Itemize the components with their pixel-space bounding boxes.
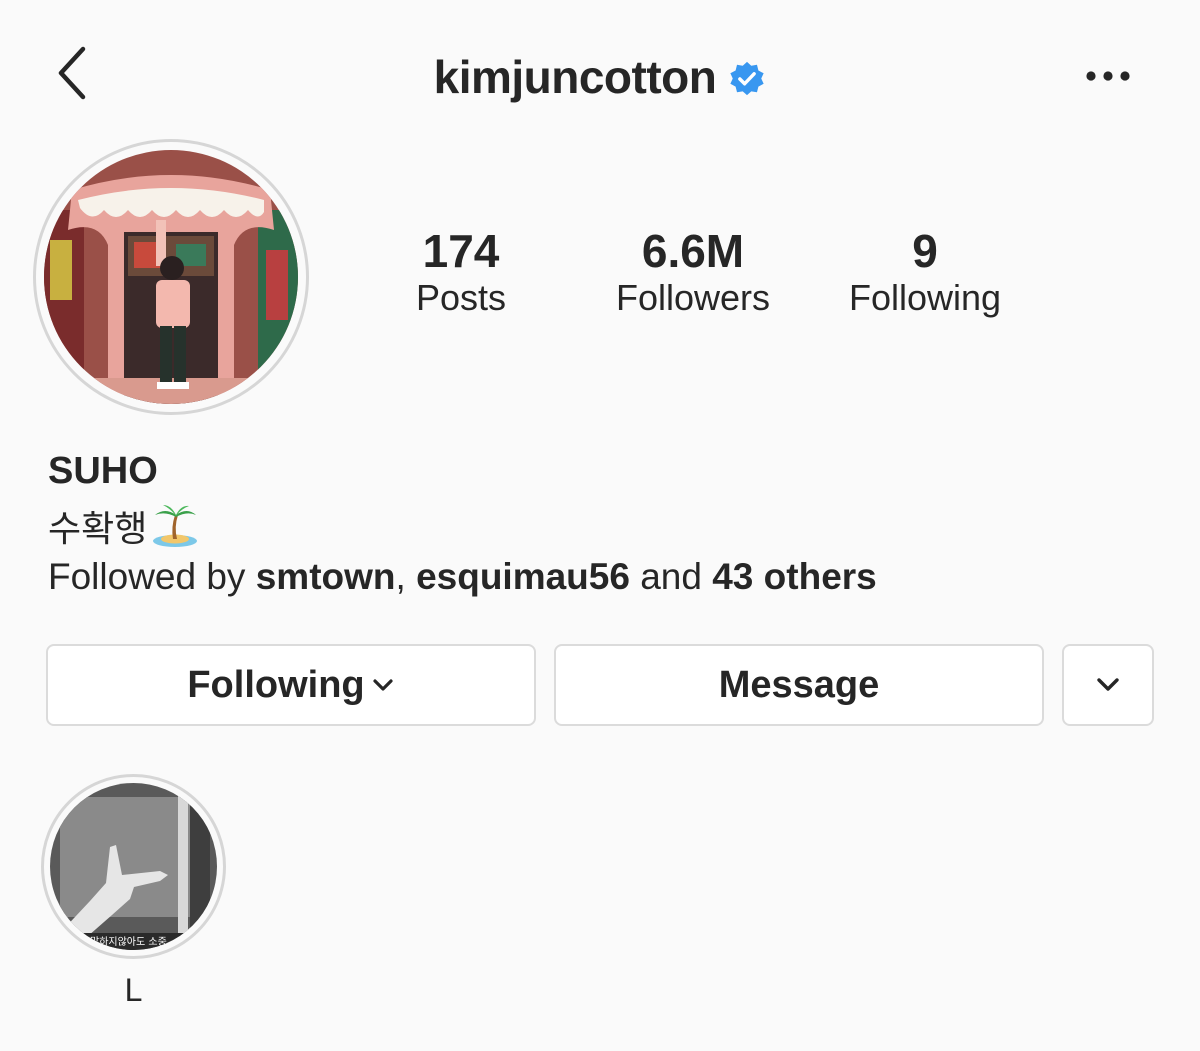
story-highlight-label: L: [124, 972, 143, 1008]
mutual-follower-2[interactable]: esquimau56: [416, 556, 630, 597]
bio: 수확행: [48, 500, 199, 552]
followed-by-prefix: Followed by: [48, 556, 246, 597]
followed-by-text[interactable]: Followed by smtown, esquimau56 and 43 ot…: [48, 556, 877, 598]
highlight-caption: 말하지않아도 소중: [90, 935, 167, 948]
followed-by-and: and: [640, 556, 702, 597]
avatar-image: [44, 150, 298, 404]
message-button-label: Message: [718, 663, 880, 706]
followers-stat[interactable]: 6.6M Followers: [590, 226, 796, 318]
more-horizontal-icon: [1086, 71, 1130, 81]
message-button[interactable]: Message: [554, 644, 1044, 726]
following-count: 9: [912, 225, 938, 277]
following-button[interactable]: Following: [46, 644, 536, 726]
following-button-label: Following: [187, 663, 365, 706]
profile-avatar[interactable]: [33, 139, 309, 415]
verified-badge-icon: [728, 60, 766, 98]
followers-label: Followers: [615, 276, 771, 318]
followers-count: 6.6M: [641, 225, 745, 277]
mutual-follower-1[interactable]: smtown: [256, 556, 396, 597]
chevron-down-icon: [373, 679, 393, 691]
following-stat[interactable]: 9 Following: [830, 226, 1020, 318]
posts-stat[interactable]: 174 Posts: [380, 226, 542, 318]
profile-header: kimjuncotton: [0, 44, 1200, 110]
suggested-accounts-button[interactable]: [1062, 644, 1154, 726]
profile-username: kimjuncotton: [433, 51, 717, 103]
followed-by-separator: ,: [395, 556, 406, 597]
highlight-cover-image: 말하지않아도 소중: [50, 783, 217, 950]
posts-label: Posts: [415, 276, 507, 318]
display-name: SUHO: [48, 450, 158, 492]
story-highlight[interactable]: 말하지않아도 소중: [41, 774, 226, 959]
bio-text: 수확행: [48, 509, 148, 550]
chevron-down-icon: [1097, 678, 1119, 691]
palm-tree-island-icon: [153, 505, 198, 547]
posts-count: 174: [422, 225, 500, 277]
mutual-followers-others[interactable]: 43 others: [712, 556, 877, 597]
more-options-button[interactable]: [1080, 58, 1136, 94]
following-label: Following: [848, 276, 1002, 318]
